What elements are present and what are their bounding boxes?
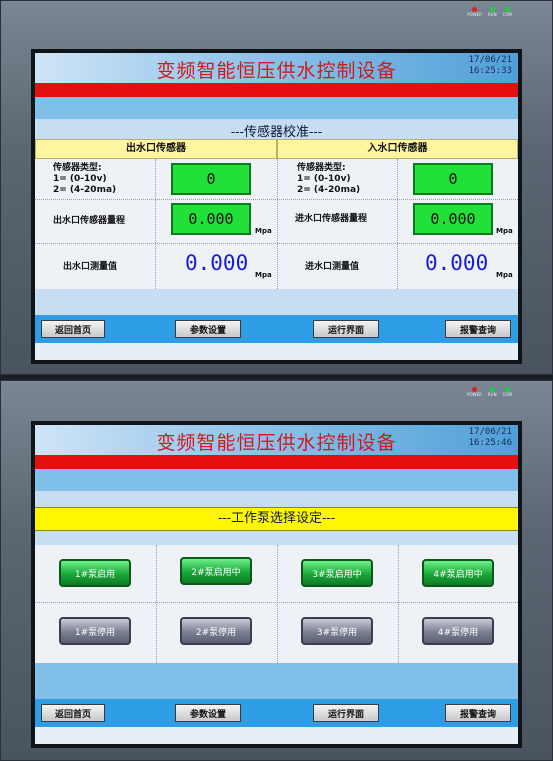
- alarm-query-button[interactable]: 报警查询: [445, 320, 511, 338]
- sensor-calibration-screen: 变频智能恒压供水控制设备 17/06/21 16:25:33 ---传感器校准-…: [35, 53, 518, 360]
- pump1-disable-button[interactable]: 1#泵停用: [59, 617, 131, 645]
- outlet-measure-label: 出水口测量值: [63, 262, 118, 272]
- outlet-type-input[interactable]: 0: [171, 163, 251, 195]
- app-title: 变频智能恒压供水控制设备: [156, 60, 397, 82]
- outlet-measure-value: 0.000: [185, 251, 249, 275]
- info-strip: [35, 97, 518, 119]
- section-title: ---传感器校准---: [230, 125, 323, 140]
- pump4-disable-button[interactable]: 4#泵停用: [422, 617, 494, 645]
- outlet-type-label: 传感器类型: 1= (0-10v) 2= (4-20ma): [53, 163, 117, 195]
- run-view-button[interactable]: 运行界面: [313, 704, 379, 722]
- datetime: 17/06/21 16:25:46: [469, 427, 512, 449]
- info-strip: [35, 469, 518, 491]
- inlet-measure-value: 0.000: [425, 251, 489, 275]
- sensor-panel: 出水口传感器 入水口传感器 传感器类型: 1= (0-10v) 2= (4-20…: [35, 139, 518, 289]
- outlet-sensor-header: 出水口传感器: [35, 139, 277, 159]
- inlet-range-input[interactable]: 0.000: [413, 203, 493, 235]
- spacer-strip: [35, 289, 518, 315]
- screen-frame: 变频智能恒压供水控制设备 17/06/21 16:25:33 ---传感器校准-…: [31, 49, 522, 364]
- time-display: 16:25:33: [468, 66, 512, 76]
- bottom-nav: 返回首页 参数设置 运行界面 报警查询: [35, 699, 518, 727]
- inlet-sensor-header: 入水口传感器: [277, 139, 518, 159]
- date-display: 17/06/21: [468, 427, 512, 437]
- settings-button[interactable]: 参数设置: [175, 320, 241, 338]
- spacer-strip: [35, 663, 518, 699]
- status-indicators: POWER RUN COM: [467, 387, 512, 397]
- outlet-measure-unit: Mpa: [255, 271, 272, 279]
- pump-grid: 1#泵启用 2#泵启用中 3#泵启用中 4#泵启用中 1#泵停用 2#泵停用 3…: [35, 545, 518, 663]
- pump2-enable-button[interactable]: 2#泵启用中: [180, 557, 252, 585]
- outlet-range-unit: Mpa: [255, 227, 272, 235]
- screen-frame: 变频智能恒压供水控制设备 17/06/21 16:25:46 ---工作泵选择设…: [31, 421, 522, 748]
- title-bar: 变频智能恒压供水控制设备 17/06/21 16:25:46: [35, 425, 518, 455]
- section-title-strip: ---传感器校准---: [35, 119, 518, 140]
- inlet-range-unit: Mpa: [496, 227, 513, 235]
- run-view-button[interactable]: 运行界面: [313, 320, 379, 338]
- pump-selection-screen: 变频智能恒压供水控制设备 17/06/21 16:25:46 ---工作泵选择设…: [35, 425, 518, 744]
- com-label: COM: [502, 12, 512, 17]
- power-label: POWER: [467, 392, 482, 397]
- datetime: 17/06/21 16:25:33: [469, 55, 512, 77]
- alarm-strip: [35, 455, 518, 469]
- inlet-range-label: 进水口传感器量程: [295, 214, 368, 224]
- pump1-enable-button[interactable]: 1#泵启用: [59, 559, 131, 587]
- date-display: 17/06/21: [468, 55, 512, 65]
- inlet-measure-label: 进水口测量值: [305, 262, 360, 272]
- run-label: RUN: [487, 392, 497, 397]
- run-label: RUN: [487, 12, 497, 17]
- outlet-range-input[interactable]: 0.000: [171, 203, 251, 235]
- pump3-disable-button[interactable]: 3#泵停用: [301, 617, 373, 645]
- settings-button[interactable]: 参数设置: [175, 704, 241, 722]
- alarm-query-button[interactable]: 报警查询: [445, 704, 511, 722]
- outlet-range-label: 出水口传感器量程: [53, 216, 126, 226]
- hmi-bezel-top: POWER RUN COM 变频智能恒压供水控制设备 17/06/21 16:2…: [0, 0, 553, 375]
- hmi-bezel-bottom: POWER RUN COM 变频智能恒压供水控制设备 17/06/21 16:2…: [0, 380, 553, 761]
- pump3-enable-button[interactable]: 3#泵启用中: [301, 559, 373, 587]
- pump4-enable-button[interactable]: 4#泵启用中: [422, 559, 494, 587]
- time-display: 16:25:46: [468, 438, 512, 448]
- com-label: COM: [502, 392, 512, 397]
- inlet-type-input[interactable]: 0: [413, 163, 493, 195]
- power-label: POWER: [467, 12, 482, 17]
- inlet-measure-unit: Mpa: [496, 271, 513, 279]
- pump2-disable-button[interactable]: 2#泵停用: [180, 617, 252, 645]
- bottom-nav: 返回首页 参数设置 运行界面 报警查询: [35, 315, 518, 343]
- home-button[interactable]: 返回首页: [41, 704, 105, 722]
- home-button[interactable]: 返回首页: [41, 320, 105, 338]
- inlet-type-label: 传感器类型: 1= (0-10v) 2= (4-20ma): [297, 163, 361, 195]
- status-indicators: POWER RUN COM: [467, 7, 512, 17]
- alarm-strip: [35, 83, 518, 97]
- title-bar: 变频智能恒压供水控制设备 17/06/21 16:25:33: [35, 53, 518, 83]
- app-title: 变频智能恒压供水控制设备: [156, 432, 397, 454]
- section-title: ---工作泵选择设定---: [35, 507, 518, 531]
